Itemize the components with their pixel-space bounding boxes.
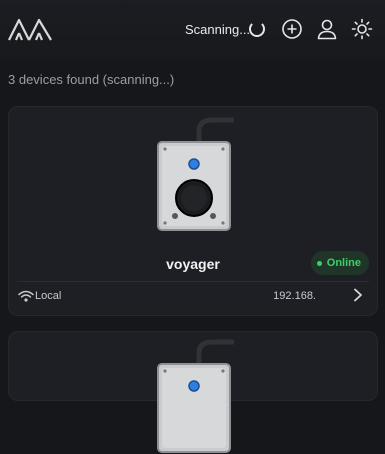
device-card[interactable]	[8, 331, 378, 453]
logo[interactable]	[7, 16, 53, 42]
theme-toggle-button[interactable]	[351, 18, 373, 40]
add-circle-icon	[282, 19, 302, 39]
top-bar: Scanning...	[0, 0, 385, 60]
scan-status-text: Scanning...	[185, 22, 251, 37]
ip-address: 192.168.	[273, 290, 316, 302]
account-button[interactable]	[316, 18, 338, 40]
status-badge-label: Online	[326, 257, 361, 269]
card-divider	[17, 281, 369, 282]
connection-type: Local	[35, 290, 62, 302]
wifi-icon	[18, 290, 34, 302]
online-dot-icon	[316, 260, 322, 266]
device-image	[157, 339, 234, 453]
device-card[interactable]: voyager Online Local 192.168.	[8, 106, 378, 316]
devices-found-status: 3 devices found (scanning...)	[8, 72, 175, 87]
spinner-icon	[249, 21, 265, 37]
user-icon	[317, 19, 337, 40]
add-device-button[interactable]	[281, 18, 303, 40]
chevron-right-icon[interactable]	[353, 288, 363, 302]
status-badge: Online	[310, 251, 369, 275]
sun-icon	[351, 18, 373, 40]
device-image	[157, 117, 234, 231]
